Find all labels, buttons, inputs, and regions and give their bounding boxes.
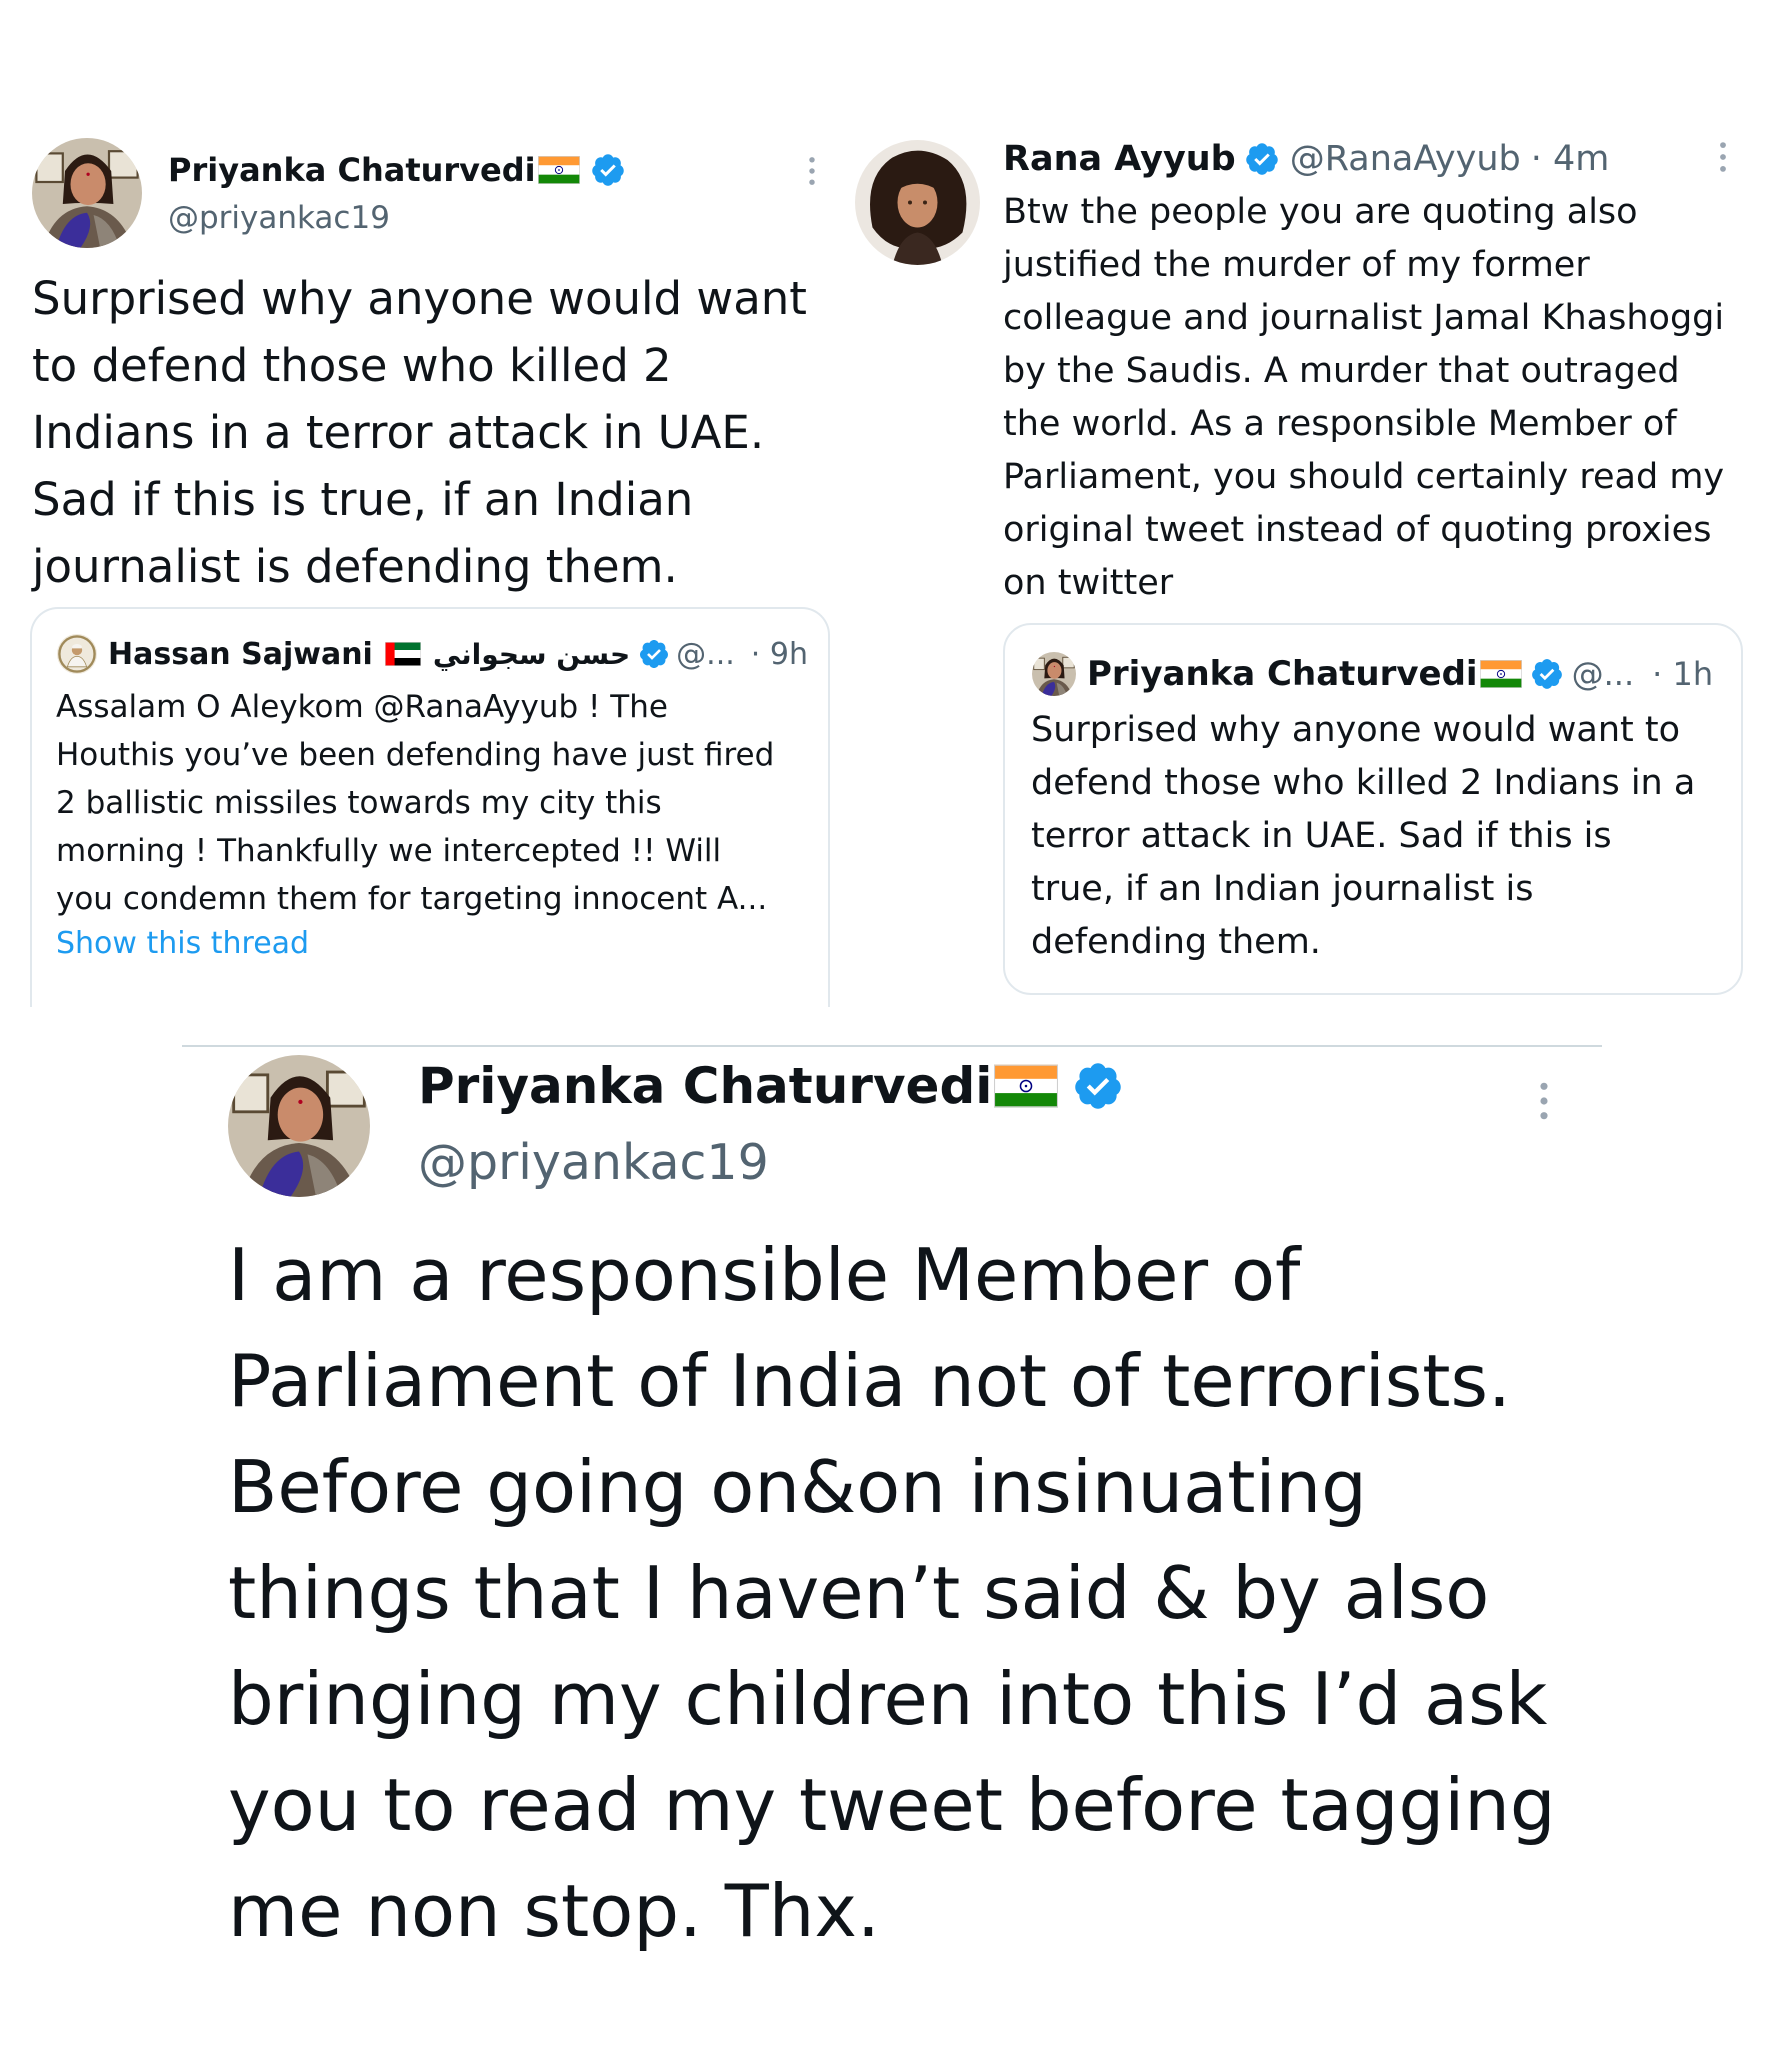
avatar-priyanka-large[interactable] (228, 1055, 370, 1197)
show-thread-link[interactable]: Show this thread (56, 926, 309, 961)
tweet3-author-handle[interactable]: @priyankac19 (418, 1134, 769, 1191)
tweet1-author-name[interactable]: Priyanka Chaturvedi (168, 151, 536, 189)
quote-author-name[interactable]: Hassan Sajwani (108, 637, 373, 672)
avatar-priyanka-small[interactable] (1032, 652, 1076, 696)
quote-timestamp[interactable]: · 1h (1652, 655, 1713, 693)
quote-timestamp[interactable]: · 9h (751, 637, 808, 672)
verified-badge-icon (1530, 657, 1564, 691)
verified-badge-icon (1072, 1060, 1124, 1112)
tweet1-author-handle[interactable]: @priyankac19 (168, 200, 390, 236)
tweet1-text: Surprised why anyone would want to defen… (32, 272, 807, 593)
quote-text: Surprised why anyone would want to defen… (1031, 710, 1696, 962)
tweet2-author-handle[interactable]: @RanaAyyub (1290, 139, 1521, 179)
divider (182, 1045, 1602, 1047)
quote-author-handle[interactable]: @... (1572, 655, 1635, 693)
quote-author-name[interactable]: Priyanka Chaturvedi (1087, 654, 1478, 694)
verified-badge-icon (638, 638, 670, 670)
tweet2-author-name[interactable]: Rana Ayyub (1003, 139, 1236, 179)
uae-flag-icon (385, 641, 421, 667)
tweet2-text: Btw the people you are quoting also just… (1003, 192, 1725, 603)
tweet3-author-name[interactable]: Priyanka Chaturvedi (418, 1057, 992, 1115)
tweet3-text: I am a responsible Member of Parliament … (228, 1233, 1556, 1953)
tweet2-author-row: Rana Ayyub @RanaAyyub · 4m (1003, 136, 1609, 182)
avatar-rana[interactable] (855, 140, 980, 265)
verified-badge-icon (1244, 141, 1280, 177)
tweet2-quote-author-row: Priyanka Chaturvedi @... · 1h (1087, 652, 1713, 696)
tweet3-author-row: Priyanka Chaturvedi (418, 1054, 1124, 1118)
more-options-icon[interactable] (807, 155, 817, 187)
india-flag-icon (538, 156, 580, 184)
quote-author-arabic-name: حسن سجواني (432, 637, 631, 671)
more-options-icon[interactable] (1538, 1080, 1550, 1122)
tweet1-quote-author-row: Hassan Sajwani حسن سجواني @... · 9h (108, 632, 808, 676)
avatar-hassan[interactable] (57, 634, 97, 674)
tweet1-author-row: Priyanka Chaturvedi (168, 148, 626, 192)
quote-author-handle[interactable]: @... (676, 637, 735, 672)
india-flag-icon (994, 1064, 1058, 1108)
verified-badge-icon (590, 152, 626, 188)
more-options-icon[interactable] (1718, 140, 1728, 174)
tweet2-timestamp[interactable]: · 4m (1531, 139, 1610, 179)
india-flag-icon (1480, 660, 1522, 688)
quote-text: Assalam O Aleykom @RanaAyyub ! The Houth… (56, 689, 775, 917)
avatar-priyanka[interactable] (32, 138, 142, 248)
